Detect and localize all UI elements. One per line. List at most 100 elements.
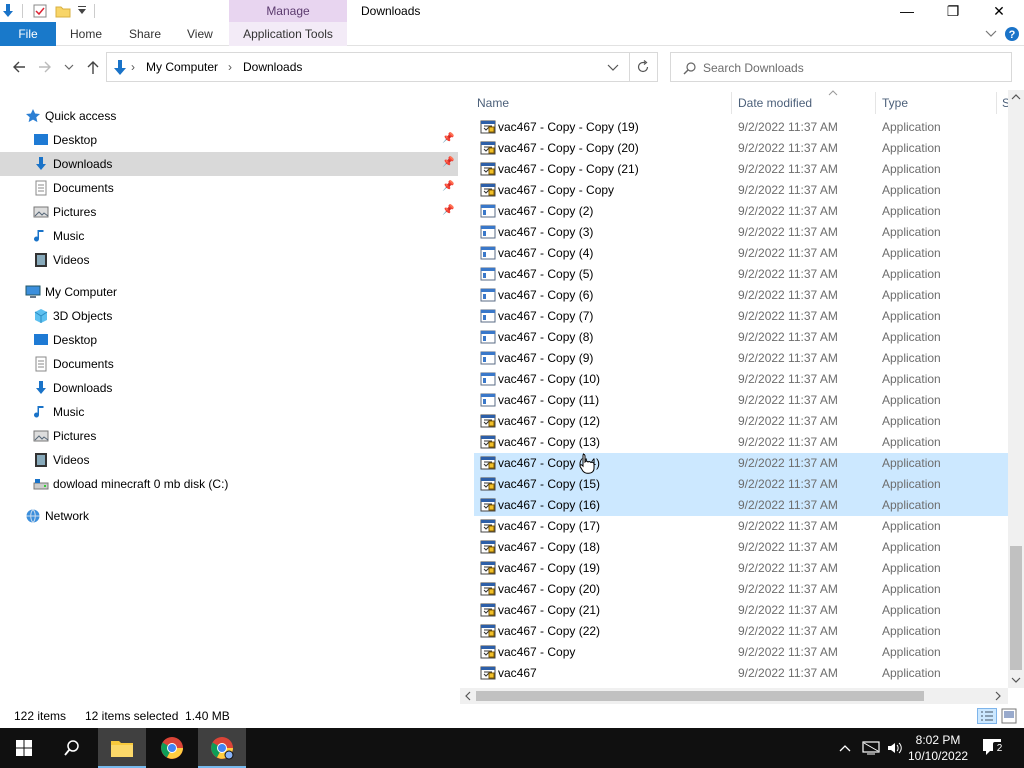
nav-item-documents-quick[interactable]: Documents 📌 — [0, 176, 458, 200]
large-icons-view-icon[interactable] — [1001, 708, 1017, 724]
recent-locations-chevron-icon[interactable] — [63, 58, 75, 76]
nav-item-pictures-quick[interactable]: Pictures 📌 — [0, 200, 458, 224]
help-icon[interactable]: ? — [1004, 26, 1020, 42]
chrome-profile-taskbar-button[interactable] — [198, 728, 246, 768]
file-row[interactable]: vac467 - Copy - Copy 9/2/2022 11:37 AM App… — [474, 180, 1008, 201]
file-row[interactable]: vac467 - Copy (12) 9/2/2022 11:37 AM Appli… — [474, 411, 1008, 432]
file-row[interactable]: vac467 - Copy (2) 9/2/2022 11:37 AM Applic… — [474, 201, 1008, 222]
nav-item-videos[interactable]: Videos — [0, 448, 458, 472]
column-separator[interactable] — [731, 92, 732, 114]
clock[interactable]: 8:02 PM 10/10/2022 — [908, 728, 968, 768]
column-separator[interactable] — [875, 92, 876, 114]
file-row[interactable]: vac467 - Copy 9/2/2022 11:37 AM Applicatio… — [474, 642, 1008, 663]
notifications-button[interactable]: 2 — [982, 728, 1006, 768]
file-row[interactable]: vac467 - Copy - Copy (19) 9/2/2022 11:37 … — [474, 117, 1008, 138]
tab-home[interactable]: Home — [70, 22, 102, 46]
file-row[interactable]: vac467 - Copy (6) 9/2/2022 11:37 AM Applic… — [474, 285, 1008, 306]
file-row[interactable]: vac467 - Copy (18) 9/2/2022 11:37 AM Appli… — [474, 537, 1008, 558]
nav-item-music[interactable]: Music — [0, 400, 458, 424]
file-row[interactable]: vac467 9/2/2022 11:37 AM Application — [474, 663, 1008, 684]
nav-item-desktop[interactable]: Desktop — [0, 328, 458, 352]
file-row[interactable]: vac467 - Copy (7) 9/2/2022 11:37 AM Applic… — [474, 306, 1008, 327]
new-folder-icon[interactable] — [55, 3, 71, 19]
chrome-taskbar-button[interactable] — [148, 728, 196, 768]
column-header-type[interactable]: Type — [882, 92, 908, 114]
tab-view[interactable]: View — [187, 22, 213, 46]
file-row[interactable]: vac467 - Copy (8) 9/2/2022 11:37 AM Applic… — [474, 327, 1008, 348]
file-row[interactable]: vac467 - Copy (16) 9/2/2022 11:37 AM Appli… — [474, 495, 1008, 516]
tab-share[interactable]: Share — [129, 22, 161, 46]
breadcrumb-separator[interactable]: › — [228, 53, 232, 81]
pin-icon[interactable]: 📌 — [442, 157, 454, 168]
nav-item-music-quick[interactable]: Music — [0, 224, 458, 248]
start-button[interactable] — [0, 728, 48, 768]
refresh-icon[interactable] — [636, 60, 650, 74]
nav-item-downloads-quick[interactable]: Downloads 📌 — [0, 152, 458, 176]
expand-ribbon-icon[interactable] — [985, 29, 997, 39]
horizontal-scrollbar[interactable] — [460, 688, 1008, 704]
file-row[interactable]: vac467 - Copy (4) 9/2/2022 11:37 AM Applic… — [474, 243, 1008, 264]
horizontal-scroll-thumb[interactable] — [476, 691, 924, 701]
back-arrow-icon[interactable] — [10, 58, 28, 76]
file-row[interactable]: vac467 - Copy (19) 9/2/2022 11:37 AM Appli… — [474, 558, 1008, 579]
scroll-up-arrow-icon[interactable] — [1011, 93, 1021, 101]
file-explorer-taskbar-button[interactable] — [98, 728, 146, 768]
file-row[interactable]: vac467 - Copy (15) 9/2/2022 11:37 AM Appli… — [474, 474, 1008, 495]
forward-arrow-icon[interactable] — [36, 58, 54, 76]
scroll-left-arrow-icon[interactable] — [464, 691, 472, 701]
search-taskbar-button[interactable] — [48, 728, 96, 768]
file-row[interactable]: vac467 - Copy (10) 9/2/2022 11:37 AM Appli… — [474, 369, 1008, 390]
breadcrumb-downloads[interactable]: Downloads — [243, 53, 302, 81]
breadcrumb-separator[interactable]: › — [131, 53, 135, 81]
scroll-right-arrow-icon[interactable] — [994, 691, 1002, 701]
file-row[interactable]: vac467 - Copy (13) 9/2/2022 11:37 AM Appli… — [474, 432, 1008, 453]
up-arrow-icon[interactable] — [84, 58, 102, 76]
column-separator[interactable] — [996, 92, 997, 114]
file-row[interactable]: vac467 - Copy - Copy (21) 9/2/2022 11:37 … — [474, 159, 1008, 180]
manage-tab-header[interactable]: Manage — [229, 0, 347, 22]
file-row[interactable]: vac467 - Copy (11) 9/2/2022 11:37 AM Appli… — [474, 390, 1008, 411]
volume-icon[interactable] — [886, 740, 902, 756]
search-input[interactable] — [703, 59, 1003, 77]
nav-item-documents[interactable]: Documents — [0, 352, 458, 376]
details-view-icon[interactable] — [977, 708, 997, 724]
file-row[interactable]: vac467 - Copy (3) 9/2/2022 11:37 AM Applic… — [474, 222, 1008, 243]
address-bar[interactable]: › My Computer › Downloads — [106, 52, 658, 82]
column-header-name[interactable]: Name — [477, 92, 509, 114]
nav-item-local-disk[interactable]: dowload minecraft 0 mb disk (C:) — [0, 472, 458, 496]
nav-item-desktop-quick[interactable]: Desktop 📌 — [0, 128, 458, 152]
scroll-down-arrow-icon[interactable] — [1011, 676, 1021, 684]
file-row[interactable]: vac467 - Copy (20) 9/2/2022 11:37 AM Appli… — [474, 579, 1008, 600]
customize-toolbar-icon[interactable] — [74, 3, 90, 19]
nav-item-3d-objects[interactable]: 3D Objects — [0, 304, 458, 328]
maximize-button[interactable]: ❐ — [930, 0, 976, 22]
show-hidden-icons-chevron-icon[interactable] — [838, 742, 852, 754]
nav-item-downloads[interactable]: Downloads — [0, 376, 458, 400]
file-row[interactable]: vac467 - Copy (9) 9/2/2022 11:37 AM Applic… — [474, 348, 1008, 369]
address-dropdown-chevron-icon[interactable] — [607, 62, 619, 74]
nav-item-my-computer[interactable]: My Computer — [0, 280, 458, 304]
network-tray-icon[interactable] — [862, 740, 880, 756]
vertical-scroll-thumb[interactable] — [1010, 546, 1022, 670]
nav-item-pictures[interactable]: Pictures — [0, 424, 458, 448]
close-button[interactable]: ✕ — [976, 0, 1022, 22]
file-row[interactable]: vac467 - Copy (22) 9/2/2022 11:37 AM Appli… — [474, 621, 1008, 642]
vertical-scrollbar[interactable] — [1008, 90, 1024, 688]
pin-icon[interactable]: 📌 — [442, 133, 454, 144]
pin-icon[interactable]: 📌 — [442, 205, 454, 216]
file-row[interactable]: vac467 - Copy (21) 9/2/2022 11:37 AM Appli… — [474, 600, 1008, 621]
nav-item-network[interactable]: Network — [0, 504, 458, 528]
download-arrow-icon[interactable] — [0, 3, 16, 19]
breadcrumb-my-computer[interactable]: My Computer — [146, 53, 218, 81]
column-header-date-modified[interactable]: Date modified — [738, 92, 812, 114]
tab-application-tools[interactable]: Application Tools — [229, 22, 347, 46]
file-row[interactable]: vac467 - Copy (17) 9/2/2022 11:37 AM Appli… — [474, 516, 1008, 537]
file-row[interactable]: vac467 - Copy (14) 9/2/2022 11:37 AM Appli… — [474, 453, 1008, 474]
minimize-button[interactable]: — — [884, 0, 930, 22]
pin-icon[interactable]: 📌 — [442, 181, 454, 192]
properties-icon[interactable] — [32, 3, 48, 19]
nav-item-videos-quick[interactable]: Videos — [0, 248, 458, 272]
search-box[interactable] — [670, 52, 1012, 82]
file-row[interactable]: vac467 - Copy (5) 9/2/2022 11:37 AM Applic… — [474, 264, 1008, 285]
file-row[interactable]: vac467 - Copy - Copy (20) 9/2/2022 11:37 … — [474, 138, 1008, 159]
